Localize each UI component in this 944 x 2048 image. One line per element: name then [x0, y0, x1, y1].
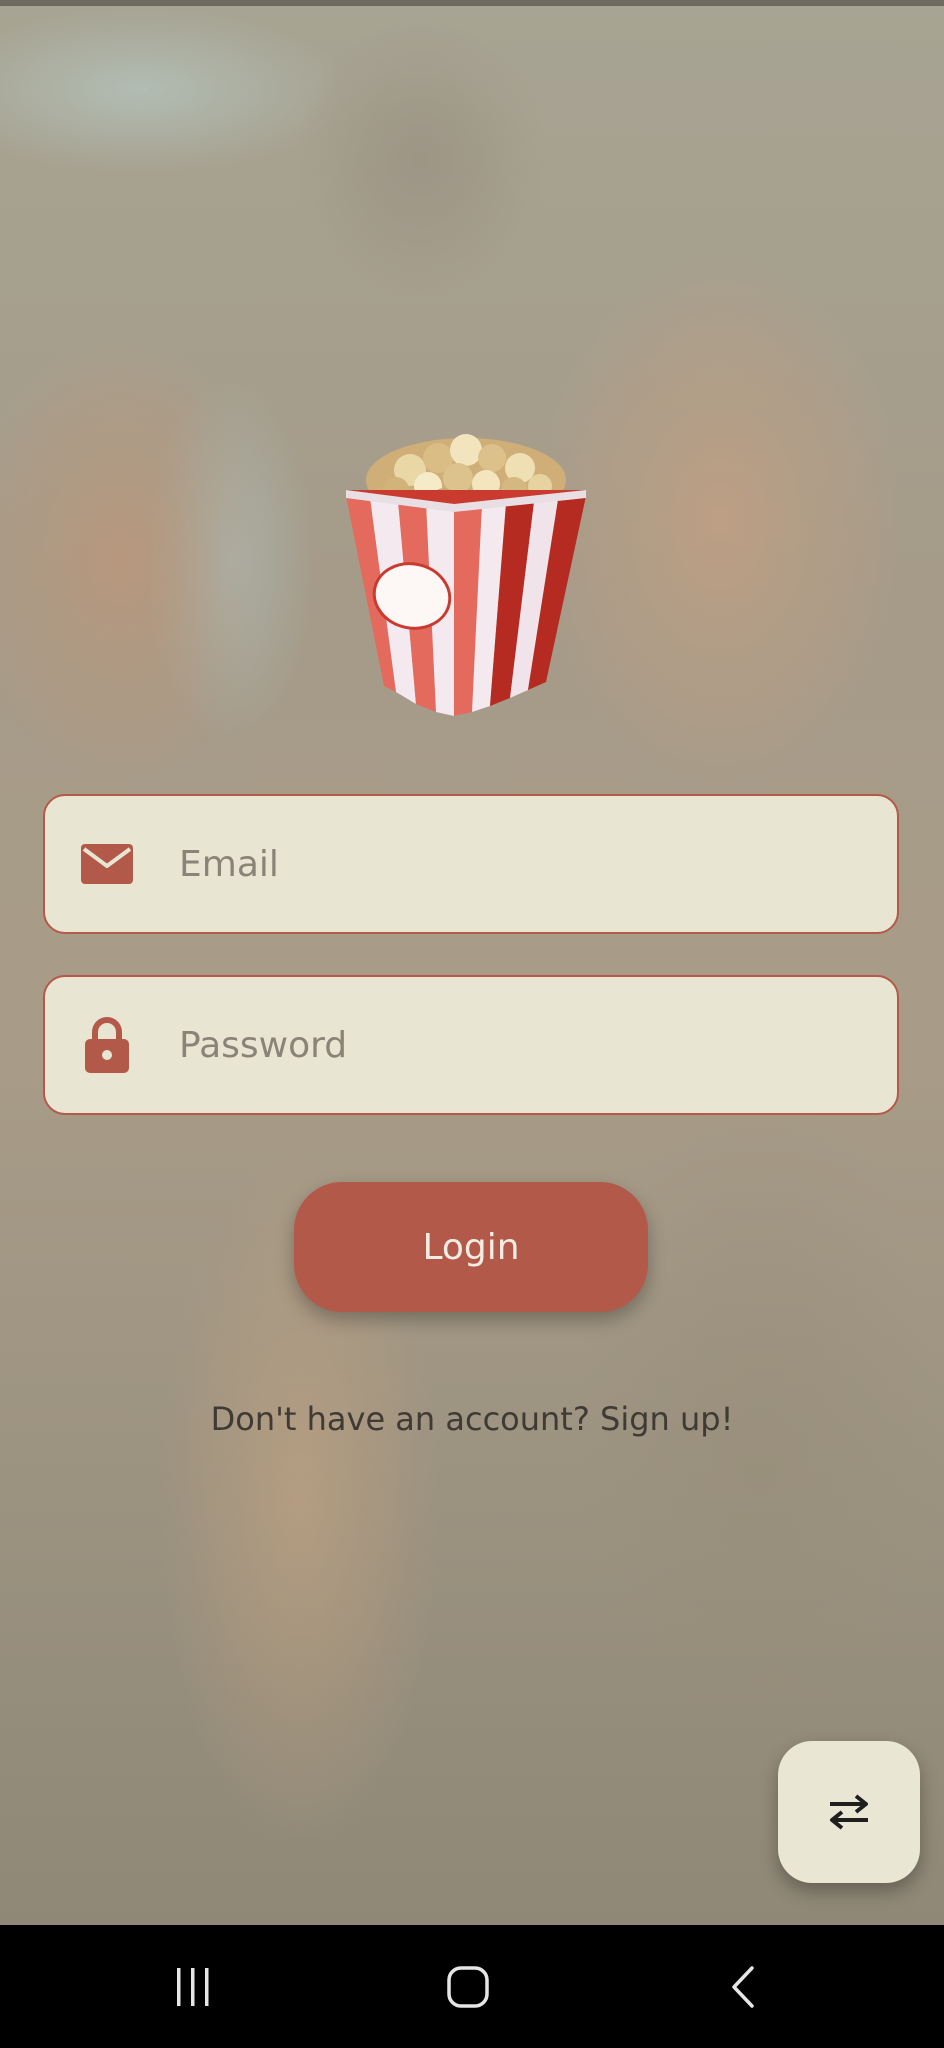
- popcorn-bucket-logo: [346, 434, 586, 716]
- password-field[interactable]: [43, 975, 899, 1115]
- password-input[interactable]: [177, 1023, 861, 1067]
- back-icon: [732, 1965, 754, 2008]
- status-bar-edge: [0, 0, 944, 6]
- lock-icon: [77, 1015, 137, 1075]
- email-input[interactable]: [177, 842, 861, 886]
- swap-arrows-icon: [830, 1794, 868, 1830]
- login-screen: Login Don't have an account? Sign up!: [0, 0, 944, 2048]
- back-button[interactable]: [683, 1925, 803, 2048]
- swap-button[interactable]: [778, 1741, 920, 1883]
- login-button[interactable]: Login: [294, 1182, 648, 1312]
- system-navigation-bar: [0, 1925, 944, 2048]
- envelope-icon: [77, 834, 137, 894]
- blurred-background-image: [0, 0, 944, 1925]
- recents-icon: [177, 1967, 209, 2006]
- home-button[interactable]: [408, 1925, 528, 2048]
- recents-button[interactable]: [133, 1925, 253, 2048]
- home-icon: [447, 1965, 489, 2008]
- signup-link[interactable]: Don't have an account? Sign up!: [0, 1400, 944, 1438]
- email-field[interactable]: [43, 794, 899, 934]
